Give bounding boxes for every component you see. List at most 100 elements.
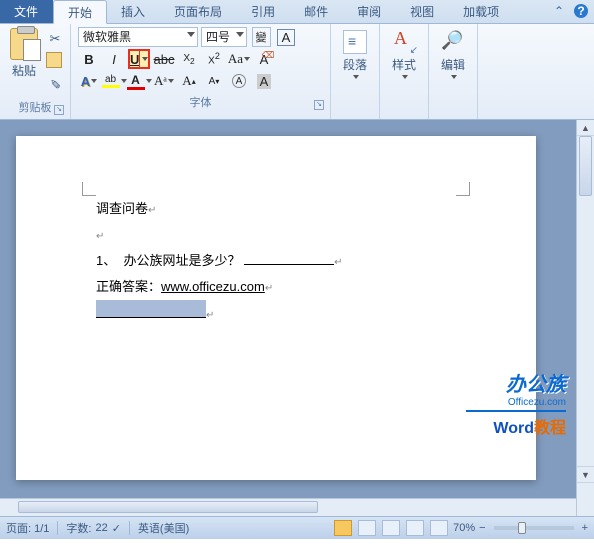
paragraph-mark: ↵ [206,310,214,321]
tab-insert[interactable]: 插入 [107,0,160,23]
word-count[interactable]: 22 [95,522,107,534]
copy-button[interactable] [46,52,64,70]
doc-title: 调查问卷 [96,201,148,216]
paragraph-label: 段落 [343,56,367,73]
print-layout-view-button[interactable] [334,520,352,536]
phonetic-guide-button[interactable]: 變 [250,27,272,47]
paragraph-mark: ↵ [334,257,342,268]
horizontal-scrollbar[interactable] [0,498,576,516]
watermark-line1: 办公族 [466,368,566,397]
styles-icon [392,30,416,54]
group-font: 微软雅黑 四号 變 A B I U abc X2 X2 Aa A⌫ A ab A… [71,24,331,119]
status-bar: 页面: 1/1 字数: 22 ✓ 英语(美国) 70% − + [0,516,594,539]
word-count-label: 字数: [66,520,91,536]
watermark-line3: Word教程 [466,414,566,438]
character-shading-a-button[interactable]: A [253,71,275,91]
tab-view[interactable]: 视图 [396,0,449,23]
scroll-up-icon[interactable]: ▲ [577,120,594,136]
paragraph-mark: ↵ [148,205,156,216]
character-shading-button[interactable]: Aᵃ [153,71,175,91]
fullscreen-reading-view-button[interactable] [358,520,376,536]
superscript-button[interactable]: X2 [203,49,225,69]
outline-view-button[interactable] [406,520,424,536]
format-painter-button[interactable] [46,74,64,92]
text-effects-button[interactable]: A [78,71,100,91]
ribbon-tabs: 文件 开始 插入 页面布局 引用 邮件 审阅 视图 加载项 ⌃ ? [0,0,594,24]
enclose-characters-button[interactable]: A [228,71,250,91]
q1-number: 1、 [96,253,116,268]
editing-button[interactable]: 🔎 编辑 [433,26,473,83]
copy-icon [48,54,62,68]
web-layout-view-button[interactable] [382,520,400,536]
font-label: 字体↘ [75,92,326,112]
clear-formatting-button[interactable]: A⌫ [253,49,275,69]
draft-view-button[interactable] [430,520,448,536]
clipboard-label: 剪贴板↘ [4,97,66,117]
zoom-slider-thumb[interactable] [518,522,526,534]
grow-font-button[interactable]: A▴ [178,71,200,91]
language-indicator[interactable]: 英语(美国) [138,520,189,536]
proofing-icon[interactable]: ✓ [112,522,121,535]
paste-label: 粘贴 [12,62,36,79]
font-launcher[interactable]: ↘ [314,100,324,110]
scroll-thumb-h[interactable] [18,501,318,513]
help-icon[interactable]: ? [574,4,588,18]
tab-file[interactable]: 文件 [0,0,53,23]
tab-references[interactable]: 引用 [237,0,290,23]
margin-corner-tr [456,182,470,196]
shrink-font-button[interactable]: A▾ [203,71,225,91]
find-icon: 🔎 [441,30,465,54]
watermark: 办公族 Officezu.com Word教程 [466,368,566,438]
underline-button[interactable]: U [128,49,150,69]
tab-mail[interactable]: 邮件 [290,0,343,23]
highlight-color-button[interactable]: ab [103,71,125,91]
paragraph-button[interactable]: 段落 [335,26,375,83]
answer-label: 正确答案： [96,279,161,294]
blank-underline [244,251,334,265]
scroll-thumb[interactable] [579,136,592,196]
paragraph-mark: ↵ [265,283,273,294]
tab-home[interactable]: 开始 [53,0,107,24]
italic-button[interactable]: I [103,49,125,69]
group-styles: 样式 [380,24,429,119]
subscript-button[interactable]: X2 [178,49,200,69]
zoom-slider[interactable] [494,526,574,530]
change-case-button[interactable]: Aa [228,49,250,69]
character-border-button[interactable]: A [275,27,297,47]
font-size-select[interactable]: 四号 [201,27,247,47]
ribbon: 粘贴 剪贴板↘ 微软雅黑 四号 變 A B I U abc X2 X2 Aa A… [0,24,594,120]
answer-value: www.officezu.com [161,279,265,294]
paragraph-icon [343,30,367,54]
zoom-in-button[interactable]: + [582,522,588,534]
group-paragraph: 段落 [331,24,380,119]
margin-corner-tl [82,182,96,196]
zoom-out-button[interactable]: − [479,522,485,534]
strikethrough-button[interactable]: abc [153,49,175,69]
cut-button[interactable] [46,30,64,48]
scroll-down-icon[interactable]: ▼ [577,466,594,482]
styles-label: 样式 [392,56,416,73]
tab-review[interactable]: 审阅 [343,0,396,23]
vertical-scrollbar[interactable]: ▲ ▼ [576,120,594,516]
minimize-ribbon-icon[interactable]: ⌃ [552,4,566,18]
group-editing: 🔎 编辑 [429,24,478,119]
watermark-line2: Officezu.com [466,397,566,408]
editing-label: 编辑 [441,56,465,73]
document-area: 调查问卷↵ ↵ 1、 办公族网址是多少？ ↵ 正确答案：www.officezu… [0,120,594,516]
zoom-level[interactable]: 70% [453,522,475,534]
browse-object-nav[interactable] [577,482,594,516]
tab-page-layout[interactable]: 页面布局 [160,0,237,23]
page[interactable]: 调查问卷↵ ↵ 1、 办公族网址是多少？ ↵ 正确答案：www.officezu… [16,136,536,480]
group-clipboard: 粘贴 剪贴板↘ [0,24,71,119]
selected-underline-text[interactable] [96,300,206,318]
underline-dropdown[interactable] [139,51,148,67]
page-indicator[interactable]: 页面: 1/1 [6,520,49,536]
clipboard-launcher[interactable]: ↘ [54,105,64,115]
paste-button[interactable]: 粘贴 [4,26,44,81]
q1-text: 办公族网址是多少？ [123,253,240,268]
tab-addins[interactable]: 加载项 [449,0,514,23]
font-name-select[interactable]: 微软雅黑 [78,27,198,47]
font-color-button[interactable]: A [128,71,150,91]
styles-button[interactable]: 样式 [384,26,424,83]
bold-button[interactable]: B [78,49,100,69]
